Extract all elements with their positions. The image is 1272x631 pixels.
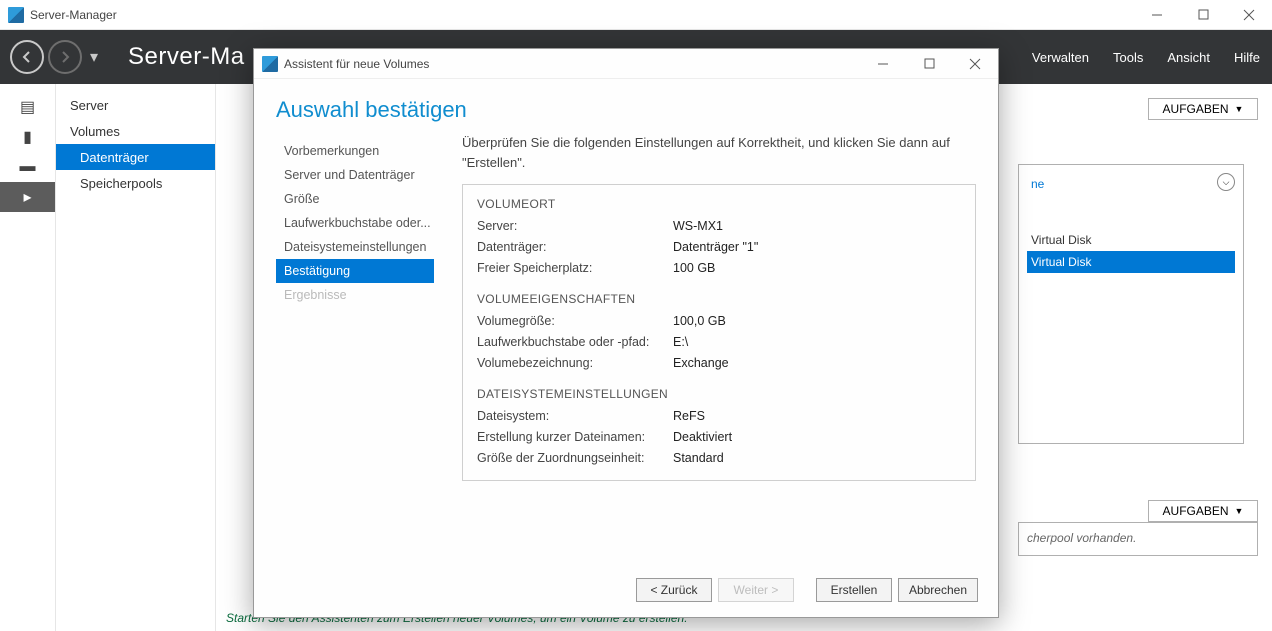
next-button: Weiter > <box>718 578 794 602</box>
step-groesse[interactable]: Größe <box>276 187 434 211</box>
summary-key: Größe der Zuordnungseinheit: <box>477 451 673 465</box>
summary-value: Deaktiviert <box>673 430 732 444</box>
summary-key: Dateisystem: <box>477 409 673 423</box>
app-icon <box>8 7 24 23</box>
cancel-button[interactable]: Abbrechen <box>898 578 978 602</box>
nav-label: Server <box>70 98 108 113</box>
dialog-heading: Auswahl bestätigen <box>254 79 998 133</box>
dialog-minimize-button[interactable] <box>860 49 906 79</box>
summary-row: Server:WS-MX1 <box>477 215 961 236</box>
wizard-steps: Vorbemerkungen Server und Datenträger Gr… <box>276 133 434 563</box>
summary-row: Größe der Zuordnungseinheit:Standard <box>477 447 961 468</box>
nav-item-speicherpools[interactable]: Speicherpools <box>56 170 215 196</box>
menu-tools[interactable]: Tools <box>1101 30 1155 84</box>
summary-row: Datenträger:Datenträger "1" <box>477 236 961 257</box>
rail-volumes-icon[interactable]: ▬ <box>0 152 55 182</box>
dialog-title: Assistent für neue Volumes <box>284 57 429 71</box>
virtual-disk-frame: ⌵ ne Virtual Disk Virtual Disk <box>1018 164 1244 444</box>
step-vorbemerkungen[interactable]: Vorbemerkungen <box>276 139 434 163</box>
nav-label: Volumes <box>70 124 120 139</box>
nav-item-datentraeger[interactable]: Datenträger <box>56 144 215 170</box>
step-dateisystem[interactable]: Dateisystemeinstellungen <box>276 235 434 259</box>
right-panel-1: AUFGABEN ▼ ⌵ ne Virtual Disk Virtual Disk <box>1018 98 1258 444</box>
dialog-titlebar: Assistent für neue Volumes <box>254 49 998 79</box>
app-titlebar: Server-Manager <box>0 0 1272 30</box>
minimize-button[interactable] <box>1134 0 1180 30</box>
tasks-dropdown-2[interactable]: AUFGABEN ▼ <box>1148 500 1258 522</box>
summary-value: 100 GB <box>673 261 715 275</box>
list-link[interactable]: ne <box>1027 173 1235 195</box>
summary-value: Standard <box>673 451 724 465</box>
menu-verwalten[interactable]: Verwalten <box>1020 30 1101 84</box>
summary-row: Freier Speicherplatz:100 GB <box>477 257 961 278</box>
section-head: VOLUMEORT <box>477 197 961 211</box>
nav-forward-button[interactable] <box>48 40 82 74</box>
nav-back-button[interactable] <box>10 40 44 74</box>
nav-label: Datenträger <box>80 150 149 165</box>
summary-box: VOLUMEORT Server:WS-MX1 Datenträger:Date… <box>462 184 976 481</box>
rail-dashboard-icon[interactable]: ▤ <box>0 92 55 122</box>
summary-value: E:\ <box>673 335 688 349</box>
step-laufwerkbuchstabe[interactable]: Laufwerkbuchstabe oder... <box>276 211 434 235</box>
nav-label: Speicherpools <box>80 176 162 191</box>
summary-key: Volumebezeichnung: <box>477 356 673 370</box>
summary-value: 100,0 GB <box>673 314 726 328</box>
dialog-icon <box>262 56 278 72</box>
right-panel-2: AUFGABEN ▼ cherpool vorhanden. <box>1018 500 1258 556</box>
tasks-label: AUFGABEN <box>1163 102 1229 116</box>
section-head: DATEISYSTEMEINSTELLUNGEN <box>477 387 961 401</box>
icon-rail: ▤ ▮ ▬ ▸ <box>0 84 56 631</box>
pool-hint-frame: cherpool vorhanden. <box>1018 522 1258 556</box>
summary-key: Server: <box>477 219 673 233</box>
summary-key: Erstellung kurzer Dateinamen: <box>477 430 673 444</box>
summary-row: Volumebezeichnung:Exchange <box>477 352 961 373</box>
nav-item-volumes[interactable]: Volumes <box>56 118 215 144</box>
step-bestaetigung[interactable]: Bestätigung <box>276 259 434 283</box>
dialog-maximize-button[interactable] <box>906 49 952 79</box>
summary-key: Datenträger: <box>477 240 673 254</box>
summary-value: ReFS <box>673 409 705 423</box>
virtual-disk-row[interactable]: Virtual Disk <box>1027 251 1235 273</box>
chevron-down-icon: ▼ <box>1235 506 1244 516</box>
summary-value: Datenträger "1" <box>673 240 758 254</box>
summary-value: Exchange <box>673 356 729 370</box>
tasks-label: AUFGABEN <box>1163 504 1229 518</box>
virtual-disk-row[interactable]: Virtual Disk <box>1027 229 1235 251</box>
maximize-button[interactable] <box>1180 0 1226 30</box>
summary-row: Laufwerkbuchstabe oder -pfad:E:\ <box>477 331 961 352</box>
app-title: Server-Manager <box>30 8 117 22</box>
nav-column: Server Volumes Datenträger Speicherpools <box>56 84 216 631</box>
step-ergebnisse: Ergebnisse <box>276 283 434 307</box>
summary-row: Erstellung kurzer Dateinamen:Deaktiviert <box>477 426 961 447</box>
close-button[interactable] <box>1226 0 1272 30</box>
menu-hilfe[interactable]: Hilfe <box>1222 30 1272 84</box>
dialog-close-button[interactable] <box>952 49 998 79</box>
new-volume-wizard-dialog: Assistent für neue Volumes Auswahl bestä… <box>253 48 999 618</box>
back-button[interactable]: < Zurück <box>636 578 712 602</box>
summary-key: Freier Speicherplatz: <box>477 261 673 275</box>
wizard-detail: Überprüfen Sie die folgenden Einstellung… <box>434 133 976 563</box>
dialog-footer: < Zurück Weiter > Erstellen Abbrechen <box>254 563 998 617</box>
section-head: VOLUMEEIGENSCHAFTEN <box>477 292 961 306</box>
banner-title: Server-Ma <box>128 43 245 71</box>
rail-server-icon[interactable]: ▮ <box>0 122 55 152</box>
summary-value: WS-MX1 <box>673 219 723 233</box>
pool-hint: cherpool vorhanden. <box>1027 531 1136 545</box>
rail-storage-icon[interactable]: ▸ <box>0 182 55 212</box>
chevron-down-icon: ▼ <box>1235 104 1244 114</box>
tasks-dropdown-1[interactable]: AUFGABEN ▼ <box>1148 98 1258 120</box>
summary-row: Dateisystem:ReFS <box>477 405 961 426</box>
create-button[interactable]: Erstellen <box>816 578 892 602</box>
menu-ansicht[interactable]: Ansicht <box>1155 30 1222 84</box>
intro-text: Überprüfen Sie die folgenden Einstellung… <box>462 133 976 172</box>
summary-row: Volumegröße:100,0 GB <box>477 310 961 331</box>
summary-key: Volumegröße: <box>477 314 673 328</box>
nav-dropdown-icon[interactable]: ▾ <box>90 47 98 67</box>
expand-icon[interactable]: ⌵ <box>1217 173 1235 191</box>
step-server-datentraeger[interactable]: Server und Datenträger <box>276 163 434 187</box>
summary-key: Laufwerkbuchstabe oder -pfad: <box>477 335 673 349</box>
nav-item-server[interactable]: Server <box>56 92 215 118</box>
